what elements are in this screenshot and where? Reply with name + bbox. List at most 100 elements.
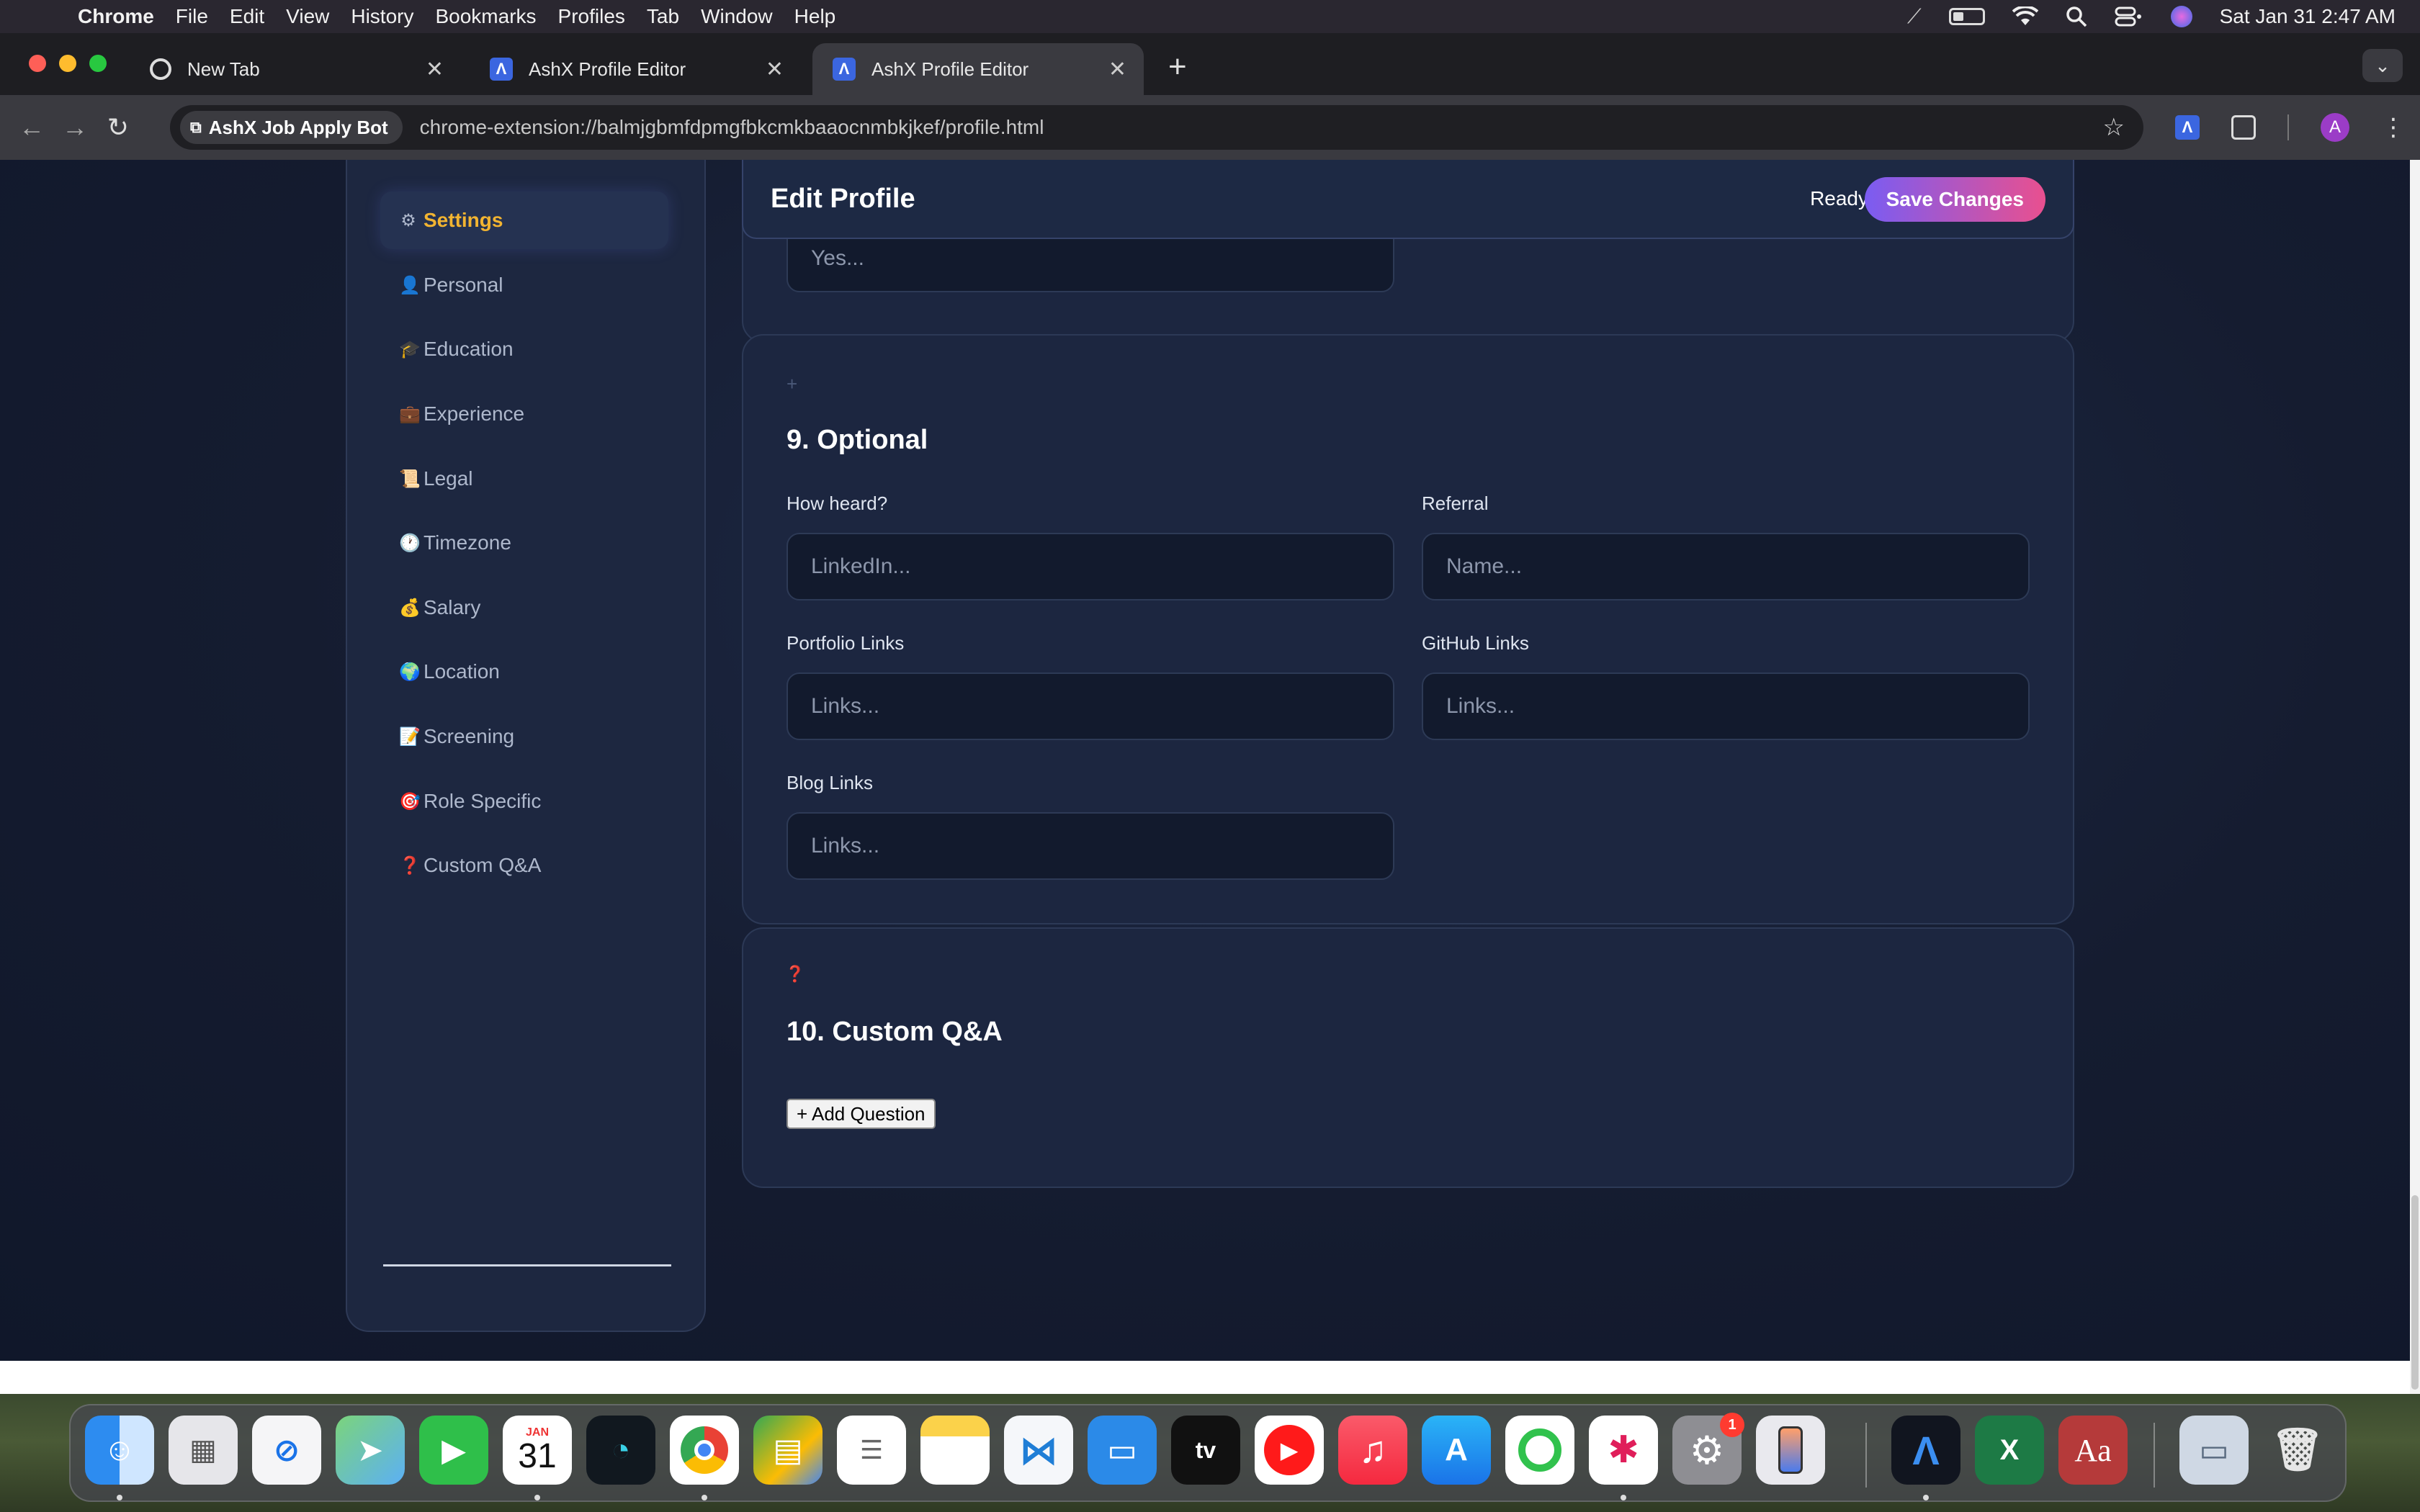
menu-app-chrome[interactable]: Chrome [78, 5, 154, 28]
excel-icon[interactable]: X [1975, 1416, 2044, 1485]
downloads-folder-icon[interactable]: ▭ [2179, 1416, 2249, 1485]
close-icon[interactable]: ✕ [426, 57, 444, 82]
wifi-icon[interactable] [2012, 6, 2038, 27]
how-heard-input[interactable] [786, 533, 1394, 600]
sidebar-item-label: Location [424, 660, 500, 683]
facetime-icon[interactable]: ▶ [419, 1416, 488, 1485]
trash-icon[interactable]: 🗑 [2263, 1416, 2332, 1485]
address-bar[interactable]: ⧉ AshX Job Apply Bot chrome-extension://… [170, 105, 2143, 150]
calendar-icon[interactable]: JAN 31 [503, 1416, 572, 1485]
forward-arrow-icon[interactable]: → [53, 112, 97, 143]
iphone-mirroring-icon[interactable] [1756, 1416, 1825, 1485]
slack-icon[interactable]: ✱ [1589, 1416, 1658, 1485]
menu-window[interactable]: Window [701, 5, 773, 28]
siri-icon[interactable] [2170, 6, 2192, 27]
menu-history[interactable]: History [351, 5, 413, 28]
tab-new-tab[interactable]: New Tab ✕ [130, 43, 461, 95]
extension-puzzle-icon: ⧉ [190, 118, 202, 136]
system-settings-icon[interactable]: ⚙ 1 [1672, 1413, 1744, 1485]
more-menu-icon[interactable]: ⋮ [2381, 113, 2406, 142]
close-icon[interactable]: ✕ [1108, 57, 1126, 82]
app-store-icon[interactable]: A [1422, 1416, 1491, 1485]
vscode-icon[interactable]: ⋈ [1004, 1416, 1073, 1485]
menu-tab[interactable]: Tab [647, 5, 679, 28]
back-arrow-icon[interactable]: ← [10, 112, 53, 143]
keynote-icon[interactable]: ▭ [1088, 1416, 1157, 1485]
bookmark-star-icon[interactable]: ☆ [2103, 113, 2125, 142]
notes-icon[interactable] [920, 1416, 990, 1485]
spotlight-search-icon[interactable] [2066, 6, 2087, 27]
save-changes-button[interactable]: Save Changes [1864, 177, 2045, 222]
tab-profile-editor-2[interactable]: Λ AshX Profile Editor ✕ [812, 43, 1144, 95]
sidebar-item-timezone[interactable]: 🕐 Timezone [380, 514, 668, 572]
sidebar-item-legal[interactable]: 📜 Legal [380, 450, 668, 508]
wave-app-icon[interactable]: ◔ [586, 1416, 655, 1485]
sidebar-item-location[interactable]: 🌍 Location [380, 643, 668, 701]
finder-icon[interactable]: ☺ [85, 1416, 154, 1485]
reload-icon[interactable]: ↻ [97, 112, 140, 143]
menubar-clock[interactable]: Sat Jan 31 2:47 AM [2220, 5, 2396, 28]
github-links-input[interactable] [1422, 672, 2030, 740]
page-scrollbar-thumb[interactable] [2411, 1195, 2419, 1390]
reminders-icon[interactable]: ☰ [837, 1416, 906, 1485]
add-question-button[interactable]: + Add Question [786, 1099, 936, 1129]
scroll-icon: 📜 [399, 469, 421, 489]
sidebar-item-screening[interactable]: 📝 Screening [380, 708, 668, 765]
section-optional: + 9. Optional How heard? Referral Portfo… [742, 334, 2074, 924]
sidebar-divider [383, 1264, 671, 1266]
referral-input[interactable] [1422, 533, 2030, 600]
sidebar-item-experience[interactable]: 💼 Experience [380, 385, 668, 443]
extension-origin-chip[interactable]: ⧉ AshX Job Apply Bot [180, 111, 403, 144]
ashx-app-icon[interactable]: Λ [1891, 1416, 1960, 1485]
toolbar-divider [2287, 114, 2289, 140]
pen-slash-icon[interactable]: ⟋ [1907, 5, 1922, 29]
macos-dock: ☺ ▦ ⊘ ➤ ▶ JAN 31 ◔ ▤ ☰ ⋈ ▭ tv ▶ ♫ A ✱ ⚙ … [69, 1404, 2347, 1502]
profile-avatar[interactable]: A [2321, 113, 2349, 142]
sidebar-item-role-specific[interactable]: 🎯 Role Specific [380, 773, 668, 830]
apple-tv-icon[interactable]: tv [1171, 1416, 1240, 1485]
portfolio-links-label: Portfolio Links [786, 632, 905, 654]
chrome-icon[interactable] [670, 1416, 739, 1485]
ashx-extension-icon[interactable]: Λ [2175, 115, 2200, 140]
close-icon[interactable]: ✕ [766, 57, 784, 82]
launchpad-icon[interactable]: ▦ [169, 1416, 238, 1485]
section-title: 9. Optional [786, 425, 928, 455]
new-tab-button[interactable]: + [1168, 49, 1187, 85]
extension-name: AshX Job Apply Bot [208, 116, 388, 138]
menu-profiles[interactable]: Profiles [558, 5, 625, 28]
menu-edit[interactable]: Edit [230, 5, 264, 28]
close-window-button[interactable] [29, 55, 46, 72]
status-menus: ⟋ Sat Jan 31 2:47 AM [1907, 0, 2396, 33]
menu-view[interactable]: View [286, 5, 329, 28]
tab-search-chevron-icon[interactable]: ⌄ [2362, 49, 2403, 82]
control-center-icon[interactable] [2115, 6, 2143, 27]
portfolio-links-input[interactable] [786, 672, 1394, 740]
minimize-window-button[interactable] [59, 55, 76, 72]
music-icon[interactable]: ♫ [1338, 1416, 1407, 1485]
memo-icon: 📝 [399, 726, 421, 747]
menu-file[interactable]: File [176, 5, 208, 28]
youtube-music-icon[interactable]: ▶ [1255, 1416, 1324, 1485]
sidebar-item-education[interactable]: 🎓 Education [380, 320, 668, 378]
sidebar-item-settings[interactable]: ⚙ Settings [380, 192, 668, 249]
google-chat-icon[interactable]: ▤ [753, 1416, 823, 1485]
tab-profile-editor-1[interactable]: Λ AshX Profile Editor ✕ [470, 43, 801, 95]
dictionary-icon[interactable]: Aa [2058, 1416, 2128, 1485]
safari-icon[interactable]: ⊘ [252, 1416, 321, 1485]
find-my-icon[interactable] [1505, 1416, 1574, 1485]
sidebar-item-salary[interactable]: 💰 Salary [380, 579, 668, 636]
sidebar-item-label: Experience [424, 402, 525, 425]
menu-help[interactable]: Help [794, 5, 836, 28]
zoom-window-button[interactable] [89, 55, 107, 72]
sidebar-item-personal[interactable]: 👤 Personal [380, 256, 668, 314]
menu-bookmarks[interactable]: Bookmarks [435, 5, 536, 28]
url-text[interactable]: chrome-extension://balmjgbmfdpmgfbkcmkba… [420, 116, 1044, 139]
extensions-puzzle-icon[interactable] [2231, 115, 2256, 140]
maps-icon[interactable]: ➤ [336, 1416, 405, 1485]
sidebar-item-custom-qa[interactable]: ❓ Custom Q&A [380, 837, 668, 894]
status-text: Ready [1810, 187, 1868, 210]
battery-icon[interactable] [1948, 8, 1985, 25]
blog-links-input[interactable] [786, 812, 1394, 880]
sidebar-item-label: Legal [424, 467, 473, 490]
page-title: Edit Profile [771, 183, 915, 214]
